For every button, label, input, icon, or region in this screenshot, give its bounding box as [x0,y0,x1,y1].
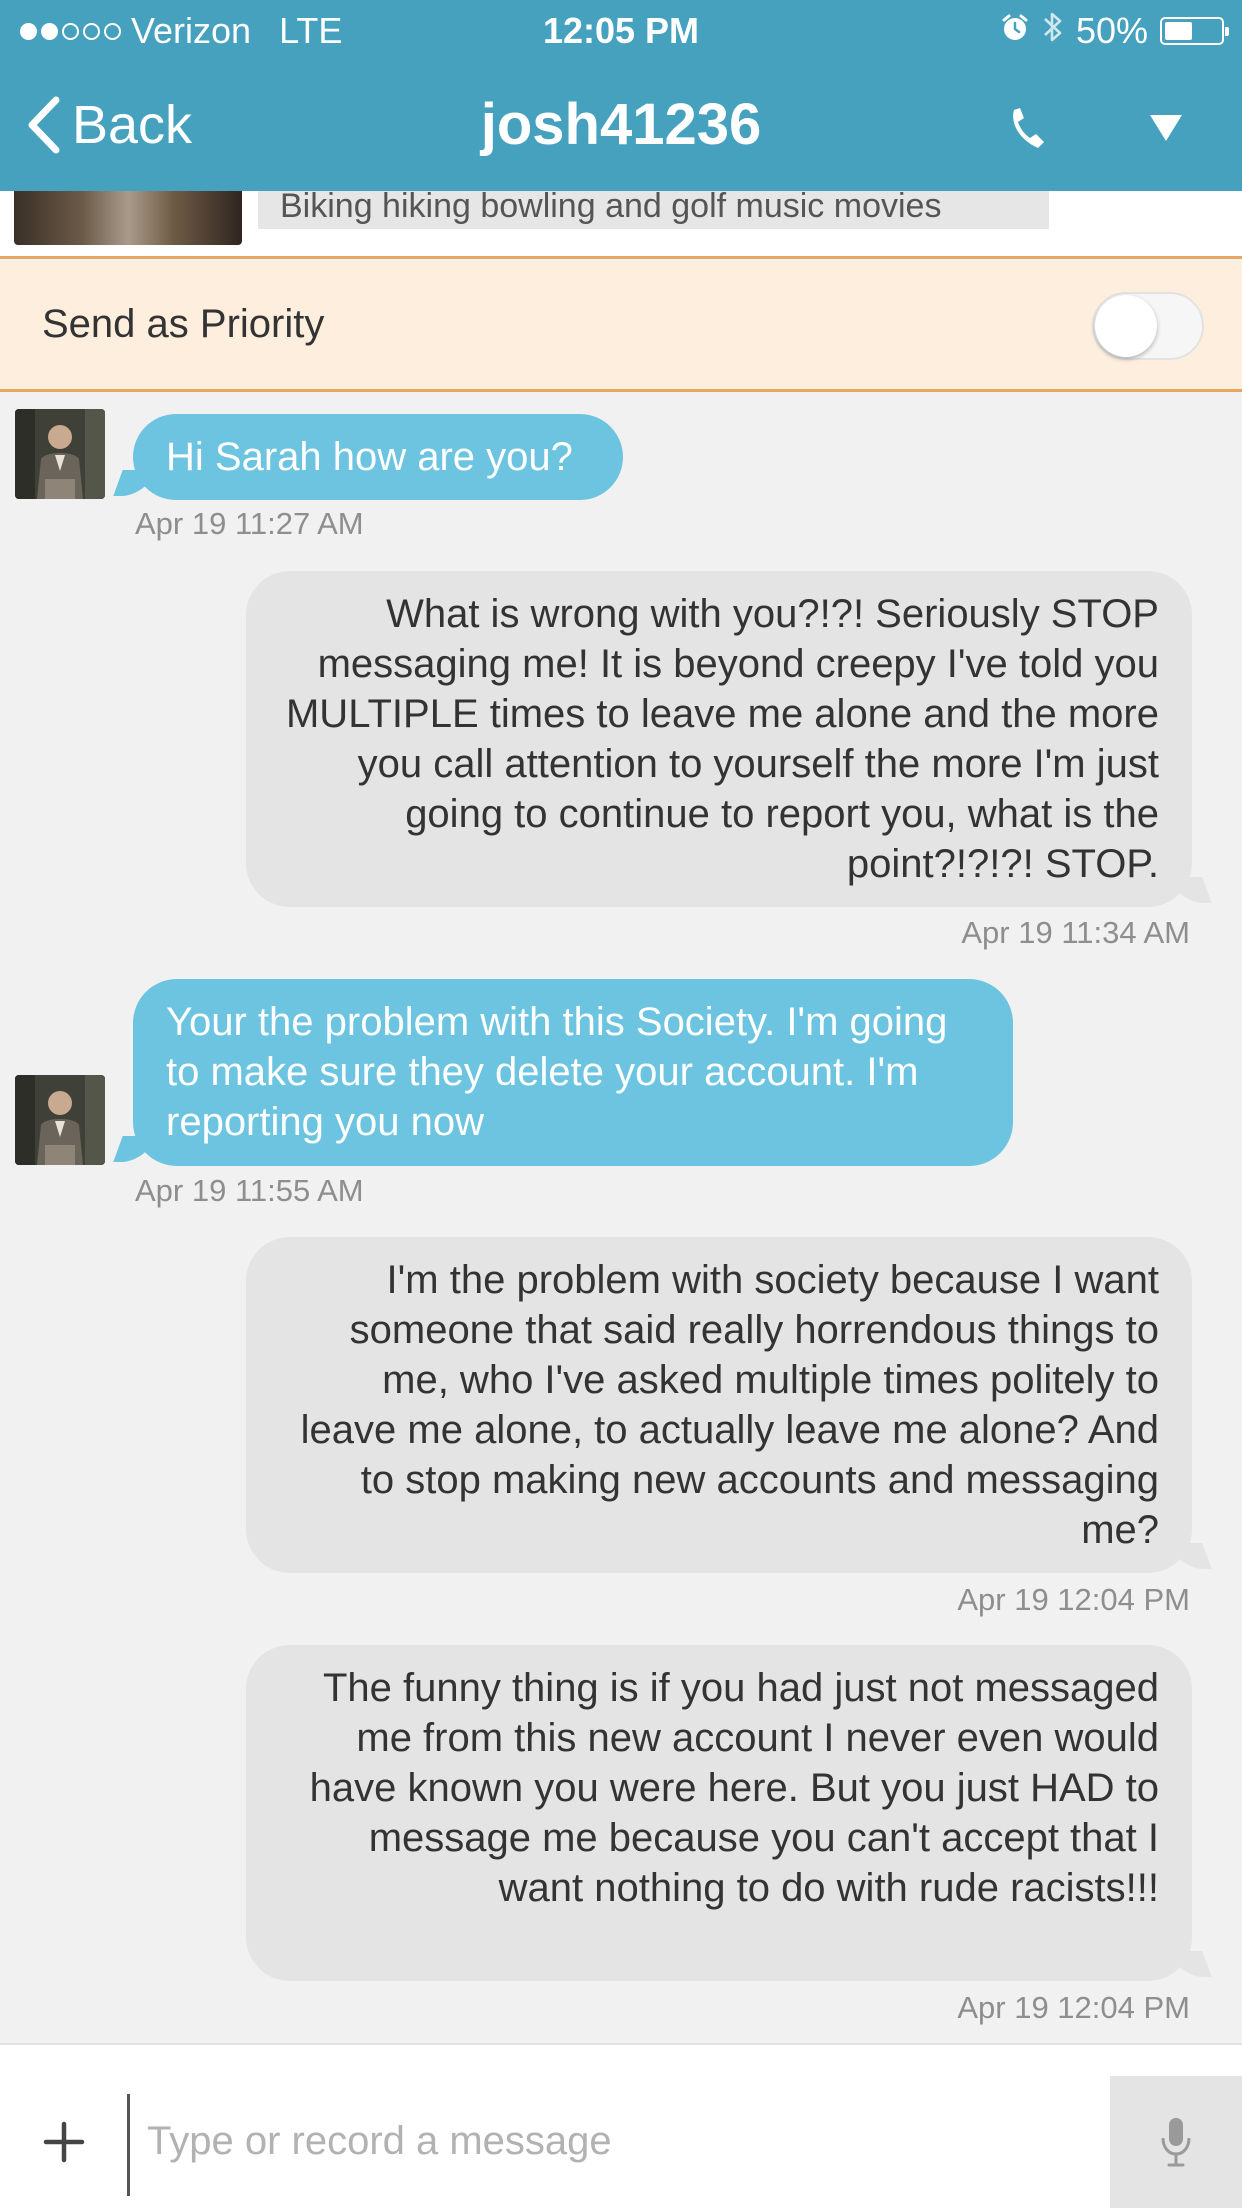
bluetooth-icon [1042,9,1064,54]
sender-avatar[interactable] [15,1075,105,1165]
toggle-knob [1095,295,1157,357]
attach-button[interactable] [0,2076,128,2208]
record-voice-button[interactable] [1110,2076,1242,2208]
message-timestamp: Apr 19 12:04 PM [957,1990,1190,2025]
status-bar: Verizon LTE 12:05 PM 50% [0,0,1242,64]
status-right: 50% [1000,8,1229,54]
send-priority-label: Send as Priority [42,302,325,346]
battery-percent: 50% [1075,10,1148,51]
message-bubble-incoming[interactable]: Hi Sarah how are you? [133,414,623,500]
message-bubble-outgoing[interactable]: What is wrong with you?!?! Seriously STO… [246,571,1192,907]
profile-interests: Biking hiking bowling and golf music mov… [258,189,1049,229]
message-bubble-outgoing[interactable]: I'm the problem with society because I w… [246,1237,1192,1573]
options-dropdown-button[interactable] [1136,98,1196,158]
sender-avatar[interactable] [15,409,105,499]
plus-icon [43,2121,85,2163]
battery-level [1165,22,1192,40]
call-icon [1013,108,1044,148]
composer-divider [127,2094,130,2196]
battery-icon [1160,17,1229,45]
profile-photo[interactable] [14,191,242,245]
send-priority-row: Send as Priority [0,262,1242,392]
message-bubble-outgoing[interactable]: The funny thing is if you had just not m… [246,1645,1192,1981]
send-priority-toggle[interactable] [1092,292,1204,360]
message-bubble-incoming[interactable]: Your the problem with this Society. I'm … [133,979,1013,1166]
call-button[interactable] [996,98,1056,158]
app-header: Verizon LTE 12:05 PM 50% Back josh41236 [0,0,1242,191]
message-timestamp: Apr 19 11:34 AM [961,915,1190,950]
composer-spacer [0,2046,1242,2076]
nav-bar: Back josh41236 [0,64,1242,191]
alarm-icon [1000,10,1030,52]
message-input[interactable] [147,2098,1077,2184]
message-timestamp: Apr 19 11:55 AM [135,1173,364,1208]
profile-summary: Biking hiking bowling and golf music mov… [0,189,1242,259]
dropdown-caret-icon [1150,115,1182,141]
microphone-icon [1161,2118,1191,2167]
message-timestamp: Apr 19 11:27 AM [135,506,364,541]
message-timestamp: Apr 19 12:04 PM [957,1582,1190,1617]
